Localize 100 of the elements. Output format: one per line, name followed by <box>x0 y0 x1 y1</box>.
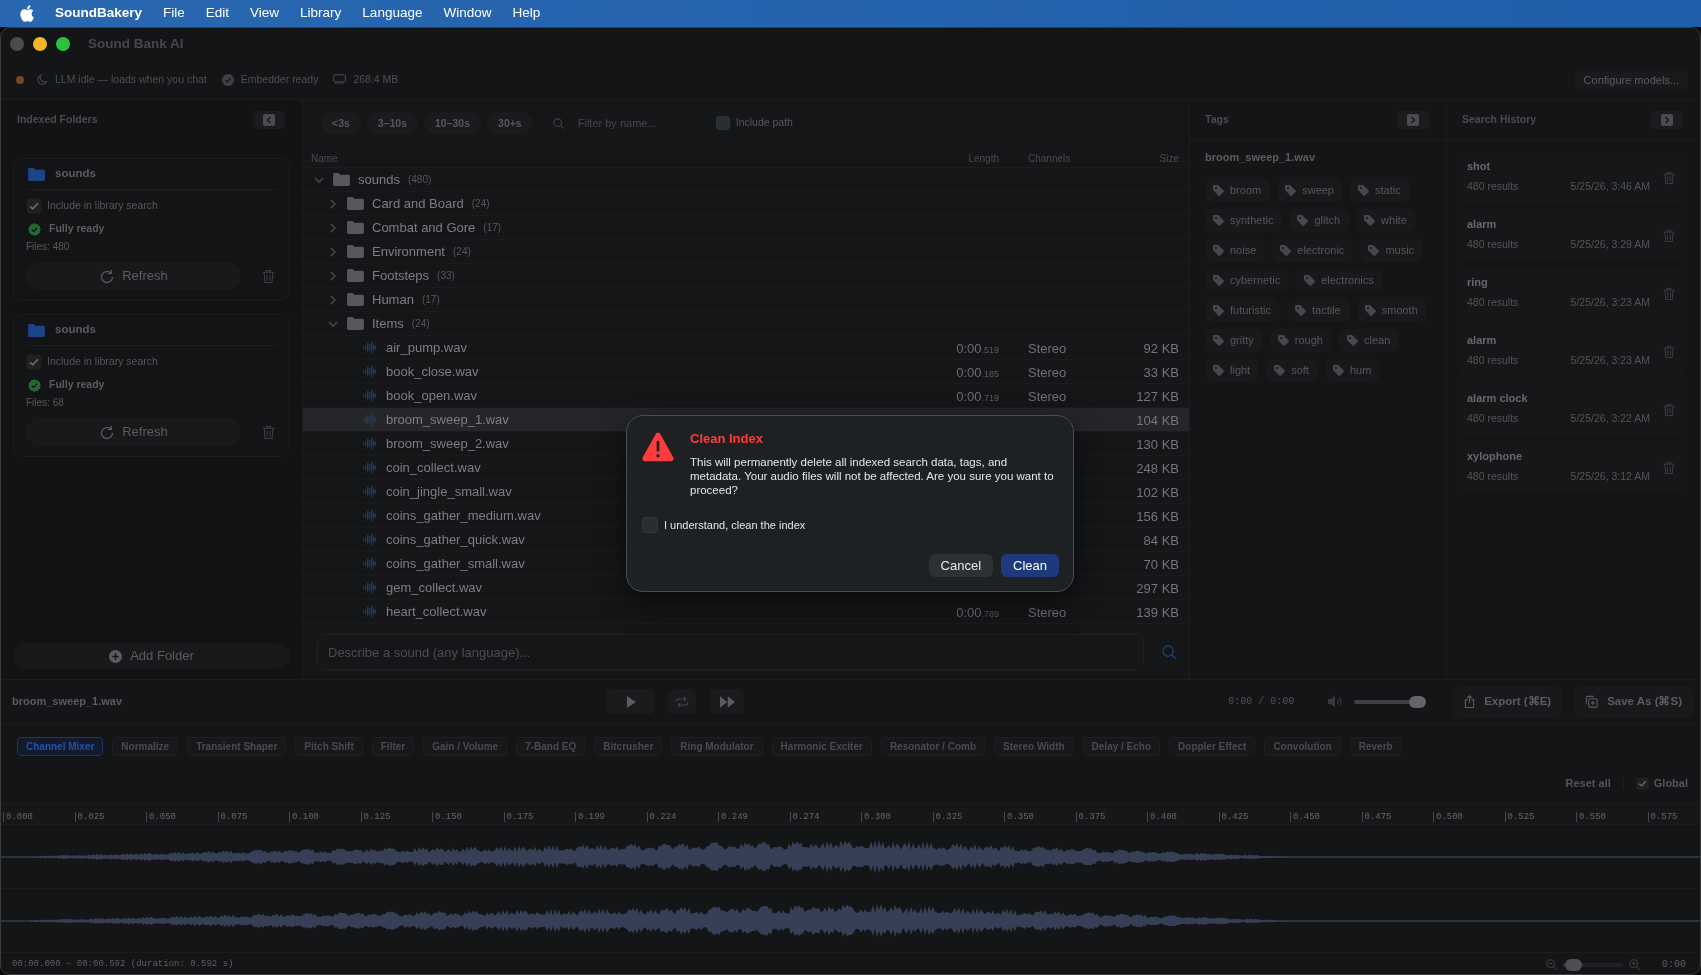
chevron-right-icon[interactable] <box>330 222 336 233</box>
tag-chip[interactable]: gritty <box>1205 329 1263 352</box>
app-menu[interactable]: SoundBakery <box>55 3 143 24</box>
search-query: alarm <box>1467 334 1498 348</box>
checkbox[interactable] <box>1635 776 1649 790</box>
trash-icon[interactable] <box>262 268 275 284</box>
menu-item[interactable]: View <box>250 3 280 24</box>
dialog-message: This will permanently delete all indexed search data, tags, and metadata. Your audio files will not be affected. Are you sure you want to proceed? <box>690 455 1054 497</box>
ruler-label: 0.350 <box>1004 812 1034 822</box>
checkbox[interactable] <box>26 198 42 214</box>
trash-icon[interactable] <box>1663 460 1675 475</box>
prompt-field[interactable]: Describe a sound (any language)... <box>317 634 1144 670</box>
tag-chip[interactable]: white <box>1356 209 1416 232</box>
file-row[interactable]: air_pump.wav 0:00.519 Stereo 92 KB <box>303 336 1189 360</box>
trash-icon[interactable] <box>262 424 275 440</box>
window-zoom-button[interactable] <box>56 37 70 51</box>
file-name: gem_collect.wav <box>386 578 483 597</box>
duration-filter-chip[interactable]: 10–30s <box>424 112 482 134</box>
check-badge-icon <box>28 222 41 236</box>
duration-filter-chip[interactable]: 3–10s <box>366 112 418 134</box>
speaker-icon[interactable] <box>1328 695 1343 708</box>
checkbox[interactable] <box>26 354 42 370</box>
search-icon <box>552 117 564 129</box>
zoom-out-icon <box>1546 959 1557 970</box>
menu-item[interactable]: Edit <box>205 3 230 24</box>
tag-chip[interactable]: hum <box>1324 359 1381 382</box>
volume-slider[interactable] <box>1354 695 1427 708</box>
duration-filter-chip[interactable]: 30+s <box>487 112 533 134</box>
duration-filter-chip[interactable]: <3s <box>321 112 361 134</box>
collapse-panel-button[interactable] <box>253 111 285 129</box>
menu-item[interactable]: Language <box>362 3 423 24</box>
menu-item[interactable]: Window <box>443 3 492 24</box>
tag-chip[interactable]: clean <box>1339 329 1400 352</box>
refresh-button[interactable]: Refresh <box>26 418 241 446</box>
tag-chip[interactable]: electronic <box>1272 239 1354 262</box>
reset-all-button[interactable]: Reset all <box>1565 774 1611 792</box>
window-minimize-button[interactable] <box>33 37 47 51</box>
status-text: Fully ready <box>49 377 105 393</box>
tag-chip[interactable]: static <box>1350 179 1410 202</box>
trash-icon[interactable] <box>1663 228 1675 243</box>
ruler-label: 0.150 <box>432 812 462 822</box>
apple-logo-icon[interactable] <box>20 5 34 22</box>
fast-forward-button[interactable] <box>710 689 744 714</box>
trash-icon[interactable] <box>1663 402 1675 417</box>
confirm-button[interactable]: Clean <box>1001 554 1059 577</box>
menu-item[interactable]: Help <box>512 3 541 24</box>
tag-chip[interactable]: soft <box>1266 359 1318 382</box>
tag-chip[interactable]: futuristic <box>1205 299 1280 322</box>
trash-icon[interactable] <box>1663 170 1675 185</box>
save-as-button[interactable]: Save As (⌘S) <box>1573 685 1694 718</box>
chevron-right-icon[interactable] <box>330 270 336 281</box>
tag-chip[interactable]: electronics <box>1296 269 1383 292</box>
file-row[interactable]: heart_collect.wav 0:00.789 Stereo 139 KB <box>303 600 1189 624</box>
ruler-label: 0.550 <box>1576 812 1606 822</box>
tag-icon <box>1332 365 1344 376</box>
chevron-right-icon[interactable] <box>330 198 336 209</box>
expand-panel-button[interactable] <box>1397 110 1429 129</box>
tag-chip[interactable]: music <box>1360 239 1424 262</box>
file-row[interactable]: book_close.wav 0:00.185 Stereo 33 KB <box>303 360 1189 384</box>
tag-icon <box>1358 185 1369 196</box>
window-close-button[interactable] <box>10 37 24 51</box>
trash-icon[interactable] <box>1663 286 1675 301</box>
tag-chip[interactable]: light <box>1205 359 1260 382</box>
tag-chip[interactable]: sweep <box>1277 179 1343 202</box>
size-text: 127 KB <box>1136 388 1179 404</box>
tag-chip[interactable]: synthetic <box>1205 209 1283 232</box>
tag-icon <box>1213 215 1224 226</box>
timestamp: 5/25/26, 3:23 AM <box>1570 353 1650 369</box>
menu-item[interactable]: Library <box>300 3 342 24</box>
trash-icon[interactable] <box>1663 344 1675 359</box>
ruler-label: 0.224 <box>646 812 677 822</box>
chevron-down-icon[interactable] <box>314 176 324 183</box>
tag-chip[interactable]: smooth <box>1356 299 1427 322</box>
play-button[interactable] <box>606 689 655 714</box>
menu-item[interactable]: File <box>163 3 185 24</box>
tag-chip[interactable]: broom <box>1205 179 1271 202</box>
refresh-button[interactable]: Refresh <box>26 262 241 290</box>
tag-chip[interactable]: glitch <box>1289 209 1350 232</box>
add-folder-button[interactable]: Add Folder <box>13 643 290 669</box>
chevron-right-icon[interactable] <box>330 246 336 257</box>
search-icon[interactable] <box>1162 644 1177 660</box>
configure-models-button[interactable]: Configure models... <box>1574 68 1688 91</box>
checkbox[interactable] <box>715 116 730 130</box>
waveform-icon <box>363 413 376 426</box>
tag-chip[interactable]: rough <box>1269 329 1332 352</box>
tag-chip[interactable]: tactile <box>1286 299 1350 322</box>
tag-chip[interactable]: cybernetic <box>1205 269 1290 292</box>
length-text: 0:00.789 <box>956 604 999 620</box>
chevron-down-icon[interactable] <box>328 320 338 327</box>
tag-chip[interactable]: noise <box>1205 239 1266 262</box>
cancel-button[interactable]: Cancel <box>928 554 994 577</box>
search-query: alarm <box>1467 218 1498 232</box>
zoom-slider[interactable] <box>1563 958 1623 971</box>
loop-button[interactable] <box>668 689 696 714</box>
expand-panel-button[interactable] <box>1651 110 1683 129</box>
effect-tab[interactable]: Channel Mixer <box>17 737 104 756</box>
export-button[interactable]: Export (⌘E) <box>1452 685 1564 718</box>
chevron-right-icon[interactable] <box>330 294 336 305</box>
checkbox-label: Include in library search <box>47 198 158 214</box>
length-text: 0:00.519 <box>956 340 999 356</box>
